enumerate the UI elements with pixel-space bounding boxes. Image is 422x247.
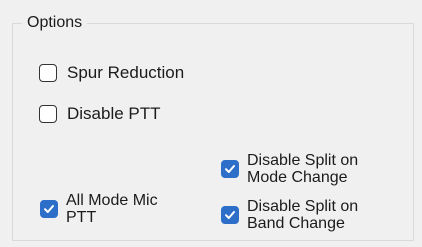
- all-mode-mic-ptt-checkbox[interactable]: All Mode Mic PTT: [40, 192, 158, 226]
- checkmark-icon: [225, 165, 235, 173]
- disable-ptt-checkbox-box[interactable]: [39, 105, 57, 123]
- disable-split-mode-change-checkbox[interactable]: Disable Split on Mode Change: [221, 152, 358, 186]
- spur-reduction-label: Spur Reduction: [67, 63, 185, 82]
- spur-reduction-checkbox-box[interactable]: [39, 64, 57, 82]
- disable-split-mode-change-checkbox-box[interactable]: [221, 160, 239, 178]
- all-mode-mic-ptt-checkbox-box[interactable]: [40, 200, 58, 218]
- checkmark-icon: [44, 205, 54, 213]
- disable-split-band-change-label: Disable Split on Band Change: [247, 198, 359, 232]
- disable-split-band-change-checkbox[interactable]: Disable Split on Band Change: [221, 198, 358, 232]
- all-mode-mic-ptt-label: All Mode Mic PTT: [66, 192, 158, 226]
- checkmark-icon: [225, 211, 235, 219]
- disable-split-mode-change-label: Disable Split on Mode Change: [247, 152, 359, 186]
- options-groupbox-title: Options: [22, 13, 88, 33]
- disable-ptt-checkbox[interactable]: Disable PTT: [39, 104, 161, 124]
- disable-split-band-change-checkbox-box[interactable]: [221, 206, 239, 224]
- disable-ptt-label: Disable PTT: [67, 104, 161, 123]
- spur-reduction-checkbox[interactable]: Spur Reduction: [39, 63, 184, 83]
